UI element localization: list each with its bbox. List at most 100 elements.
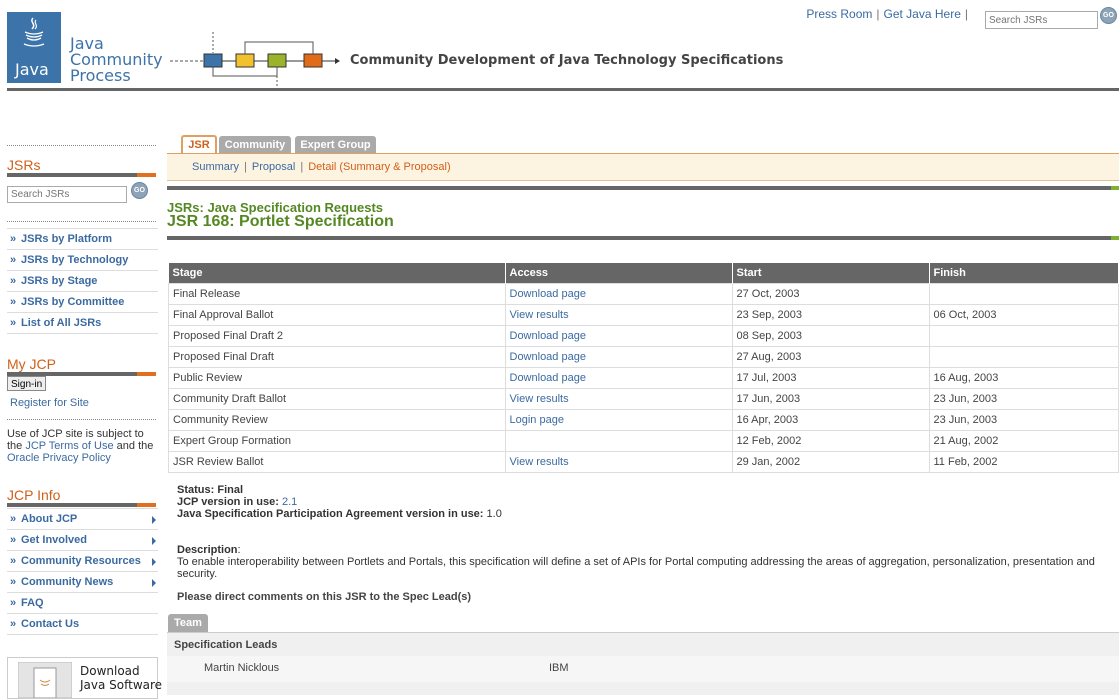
sidebar-item-faq[interactable]: » FAQ bbox=[7, 593, 158, 614]
sidebar-item-contact-us[interactable]: » Contact Us bbox=[7, 614, 158, 635]
access-link[interactable]: Login page bbox=[510, 414, 564, 426]
spec-lead-row bbox=[167, 656, 1119, 682]
tab-team[interactable]: Team bbox=[168, 614, 208, 632]
access-cell: View results bbox=[504, 451, 733, 473]
sidebar-item-jsrs-by-stage[interactable]: » JSRs by Stage bbox=[7, 271, 158, 292]
access-cell: View results bbox=[504, 388, 733, 410]
chevron-right-icon: » bbox=[10, 513, 17, 525]
description-text: To enable interoperability between Portl… bbox=[177, 556, 1095, 580]
jcpinfo-section-title: JCP Info bbox=[7, 487, 61, 503]
sidebar-item-community-news[interactable]: » Community News bbox=[7, 572, 158, 593]
sidebar-item-community-resources[interactable]: » Community Resources bbox=[7, 551, 158, 572]
start-cell: 16 Apr, 2003 bbox=[731, 409, 930, 431]
tab-jsr[interactable]: JSR bbox=[181, 135, 217, 154]
main-divider-accent bbox=[1111, 186, 1119, 190]
nav-link[interactable]: Contact Us bbox=[21, 618, 79, 630]
finish-cell: 21 Aug, 2002 bbox=[928, 430, 1119, 452]
nav-link[interactable]: FAQ bbox=[21, 597, 44, 609]
stage-cell: JSR Review Ballot bbox=[168, 451, 506, 473]
nav-link[interactable]: Community Resources bbox=[21, 555, 141, 567]
nav-link[interactable]: List of All JSRs bbox=[21, 317, 101, 329]
access-link[interactable]: View results bbox=[510, 309, 569, 321]
start-cell: 23 Sep, 2003 bbox=[731, 304, 930, 326]
nav-link[interactable]: JSRs by Committee bbox=[21, 296, 124, 308]
chevron-right-icon: » bbox=[10, 296, 17, 308]
sidebar-dots-divider bbox=[7, 145, 156, 146]
terms-link[interactable]: JCP Terms of Use bbox=[25, 440, 113, 452]
jcp-version-link[interactable]: 2.1 bbox=[282, 496, 297, 508]
chevron-right-icon: » bbox=[10, 254, 17, 266]
sidebar-item-about-jcp[interactable]: » About JCP bbox=[7, 508, 158, 530]
jcp-version-label: JCP version in use: bbox=[177, 496, 279, 508]
table-row: Community Draft Ballot View results 17 J… bbox=[168, 388, 1119, 410]
download-line: Download bbox=[80, 664, 140, 678]
chevron-right-icon: » bbox=[10, 534, 17, 546]
nav-link[interactable]: Get Involved bbox=[21, 534, 87, 546]
sign-in-button[interactable]: Sign-in bbox=[7, 376, 47, 391]
finish-cell: 16 Aug, 2003 bbox=[928, 367, 1119, 389]
table-row: Proposed Final Draft 2 Download page 08 … bbox=[168, 325, 1119, 347]
stage-cell: Community Draft Ballot bbox=[168, 388, 506, 410]
jsrs-section-title: JSRs bbox=[7, 157, 41, 173]
subnav-summary-link[interactable]: Summary bbox=[192, 161, 239, 173]
main-divider-accent bbox=[1111, 236, 1119, 240]
stage-table: Stage Access Start Finish Final Release … bbox=[168, 263, 1119, 473]
access-link[interactable]: View results bbox=[510, 456, 569, 468]
get-java-link[interactable]: Get Java Here bbox=[884, 7, 961, 21]
status-label: Status: bbox=[177, 484, 215, 496]
access-link[interactable]: View results bbox=[510, 393, 569, 405]
header-divider bbox=[7, 88, 1119, 91]
table-row: Community Review Login page 16 Apr, 2003… bbox=[168, 409, 1119, 431]
jsr-subnav: Summary | Proposal | Detail (Summary & Propo… bbox=[167, 153, 1119, 181]
register-link[interactable]: Register for Site bbox=[10, 397, 89, 409]
start-cell: 27 Aug, 2003 bbox=[731, 346, 930, 368]
java-download-icon bbox=[18, 662, 72, 698]
jcp-logo-text[interactable]: Java Community Process bbox=[70, 36, 163, 84]
sidebar-item-list-all-jsrs[interactable]: » List of All JSRs bbox=[7, 313, 158, 334]
chevron-right-icon: » bbox=[10, 233, 17, 245]
column-header-start: Start bbox=[732, 263, 930, 284]
jcpinfo-section-bar bbox=[7, 503, 156, 507]
tab-expert-group[interactable]: Expert Group bbox=[295, 136, 376, 154]
table-row: Final Approval Ballot View results 23 Se… bbox=[168, 304, 1119, 326]
privacy-link[interactable]: Oracle Privacy Policy bbox=[7, 452, 111, 464]
sidebar-item-get-involved[interactable]: » Get Involved bbox=[7, 530, 158, 551]
press-room-link[interactable]: Press Room bbox=[806, 7, 872, 21]
column-header-access: Access bbox=[505, 263, 733, 284]
column-header-stage: Stage bbox=[168, 263, 506, 284]
finish-cell: 23 Jun, 2003 bbox=[928, 388, 1119, 410]
download-line: Java Software bbox=[80, 678, 163, 692]
triangle-right-icon bbox=[152, 558, 156, 566]
table-row: JSR Review Ballot View results 29 Jan, 2… bbox=[168, 451, 1119, 473]
sidebar-item-jsrs-by-technology[interactable]: » JSRs by Technology bbox=[7, 250, 158, 271]
sidebar-search-input[interactable] bbox=[7, 186, 127, 203]
header-search-go-button[interactable]: GO bbox=[1100, 7, 1117, 24]
tab-community[interactable]: Community bbox=[219, 136, 291, 154]
header-search-input[interactable] bbox=[985, 11, 1098, 29]
jcpinfo-nav-list: » About JCP » Get Involved » Community Reso… bbox=[7, 508, 158, 635]
access-link[interactable]: Download page bbox=[510, 330, 586, 342]
sidebar-item-jsrs-by-committee[interactable]: » JSRs by Committee bbox=[7, 292, 158, 313]
subnav-proposal-link[interactable]: Proposal bbox=[252, 161, 295, 173]
nav-link[interactable]: Community News bbox=[21, 576, 113, 588]
access-link[interactable]: Download page bbox=[510, 351, 586, 363]
access-link[interactable]: Download page bbox=[510, 288, 586, 300]
java-logo[interactable]: Java bbox=[7, 12, 61, 83]
table-row: Final Release Download page 27 Oct, 2003 bbox=[168, 283, 1119, 305]
nav-link[interactable]: JSRs by Platform bbox=[21, 233, 112, 245]
stage-cell: Expert Group Formation bbox=[168, 430, 506, 452]
jsr-nav-list: » JSRs by Platform » JSRs by Technology » J… bbox=[7, 228, 158, 334]
sidebar-search-go-button[interactable]: GO bbox=[131, 182, 148, 199]
access-link[interactable]: Download page bbox=[510, 372, 586, 384]
nav-link[interactable]: About JCP bbox=[21, 513, 77, 525]
download-java-text[interactable]: Download Java Software bbox=[80, 664, 162, 692]
spec-leads-heading: Specification Leads bbox=[174, 639, 278, 651]
status-value: Final bbox=[217, 484, 244, 496]
sidebar-item-jsrs-by-platform[interactable]: » JSRs by Platform bbox=[7, 228, 158, 250]
nav-link[interactable]: JSRs by Stage bbox=[21, 275, 97, 287]
diagram-box bbox=[235, 53, 255, 68]
jspa-version-label: Java Specification Participation Agreeme… bbox=[177, 508, 484, 520]
nav-link[interactable]: JSRs by Technology bbox=[21, 254, 128, 266]
main-divider bbox=[167, 186, 1111, 190]
subnav-detail-link[interactable]: Detail (Summary & Proposal) bbox=[308, 161, 450, 173]
